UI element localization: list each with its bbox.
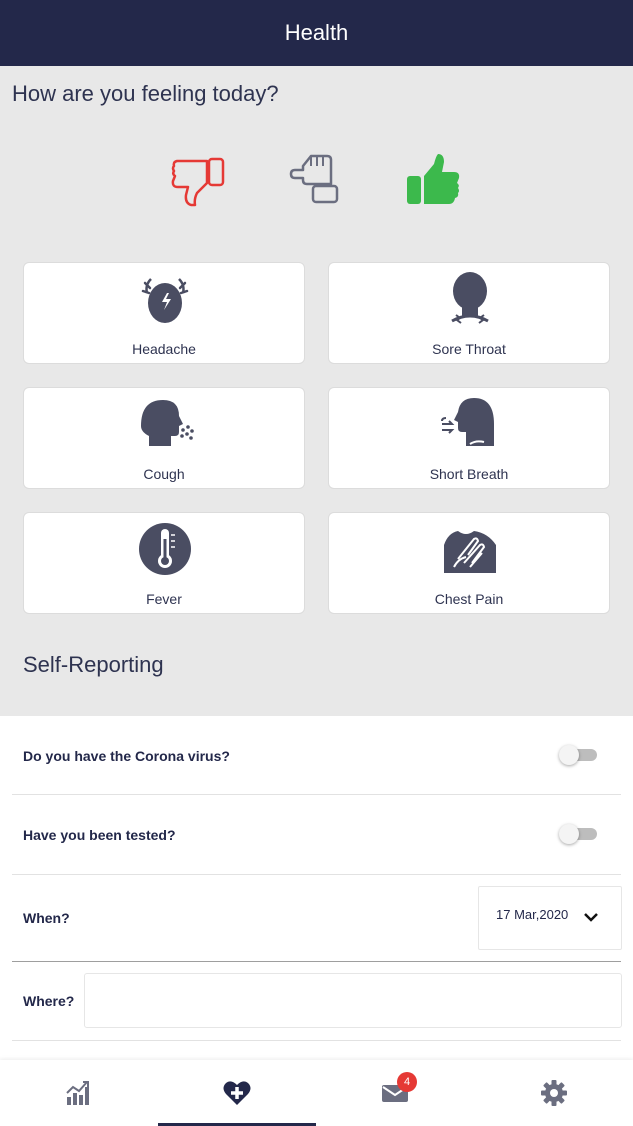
tab-stats[interactable] <box>0 1060 158 1126</box>
when-date-picker[interactable]: 17 Mar,2020 <box>478 886 622 950</box>
stats-chart-icon <box>66 1081 89 1105</box>
symptom-card-chest-pain[interactable]: Chest Pain <box>328 512 610 614</box>
divider <box>12 794 621 795</box>
corona-question-label: Do you have the Corona virus? <box>23 748 230 764</box>
mood-good-button[interactable] <box>402 148 466 212</box>
symptom-card-fever[interactable]: Fever <box>23 512 305 614</box>
symptom-label: Sore Throat <box>432 341 506 357</box>
divider <box>12 874 621 875</box>
page-title: Health <box>284 20 349 45</box>
thumbs-up-icon <box>407 154 460 204</box>
divider <box>12 1040 621 1041</box>
thumbs-down-icon <box>171 157 225 207</box>
symptom-card-short-breath[interactable]: Short Breath <box>328 387 610 489</box>
tested-question-label: Have you been tested? <box>23 827 176 843</box>
cough-icon <box>141 400 194 446</box>
symptom-label: Short Breath <box>429 466 509 482</box>
headache-icon <box>141 278 189 323</box>
symptom-label: Headache <box>132 341 196 357</box>
when-date-value: 17 Mar,2020 <box>496 907 569 922</box>
fever-thermometer-icon <box>139 523 191 575</box>
symptom-label: Cough <box>143 466 185 482</box>
symptom-card-sore-throat[interactable]: Sore Throat <box>328 262 610 364</box>
self-reporting-title: Self-Reporting <box>23 652 164 677</box>
toggle-knob <box>559 824 579 844</box>
settings-gear-icon <box>541 1080 567 1106</box>
tab-settings[interactable] <box>475 1060 633 1126</box>
where-label: Where? <box>23 993 75 1009</box>
thumbs-sideways-icon <box>289 154 339 204</box>
symptom-card-headache[interactable]: Headache <box>23 262 305 364</box>
divider <box>12 961 621 962</box>
tab-health[interactable] <box>158 1060 316 1126</box>
short-breath-icon <box>441 398 494 446</box>
app-header: Health <box>0 0 633 66</box>
messages-badge: 4 <box>397 1072 417 1092</box>
where-input[interactable] <box>84 973 622 1028</box>
symptom-card-cough[interactable]: Cough <box>23 387 305 489</box>
mood-bad-button[interactable] <box>168 148 232 212</box>
mood-neutral-button[interactable] <box>285 148 349 212</box>
health-heart-plus-icon <box>223 1081 251 1105</box>
tested-toggle[interactable] <box>559 824 597 844</box>
chest-pain-icon <box>444 531 496 573</box>
corona-toggle[interactable] <box>559 745 597 765</box>
tab-messages[interactable] <box>316 1060 474 1126</box>
when-label: When? <box>23 910 70 926</box>
feeling-question: How are you feeling today? <box>12 81 279 106</box>
symptom-label: Fever <box>146 591 182 607</box>
sore-throat-icon <box>451 272 489 324</box>
chevron-down-icon <box>584 913 598 922</box>
toggle-knob <box>559 745 579 765</box>
symptom-label: Chest Pain <box>434 591 504 607</box>
